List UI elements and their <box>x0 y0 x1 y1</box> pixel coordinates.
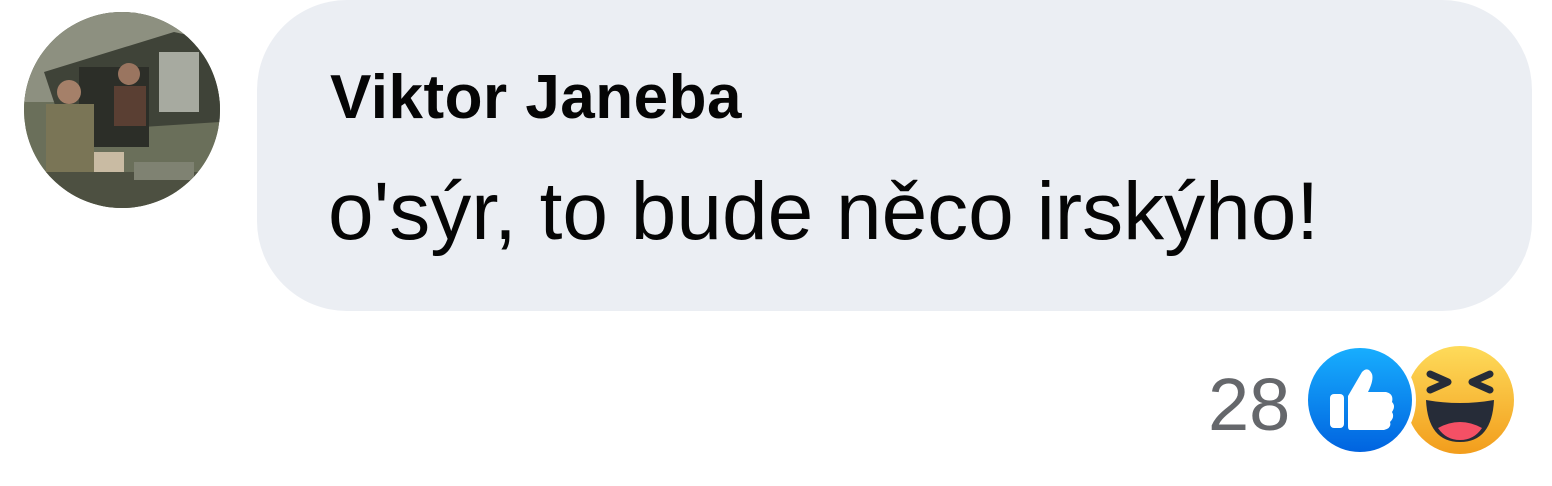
avatar-photo <box>24 12 220 208</box>
reactions-summary[interactable]: 28 <box>1208 344 1518 456</box>
reaction-count[interactable]: 28 <box>1208 362 1290 447</box>
like-icon <box>1304 344 1416 456</box>
comment-author-name[interactable]: Viktor Janeba <box>330 62 742 133</box>
avatar[interactable] <box>24 12 220 208</box>
comment-bubble: Viktor Janeba o'sýr, to bude něco irskýh… <box>257 0 1532 311</box>
comment-text: o'sýr, to bude něco irskýho! <box>328 166 1320 257</box>
haha-icon <box>1404 344 1516 456</box>
